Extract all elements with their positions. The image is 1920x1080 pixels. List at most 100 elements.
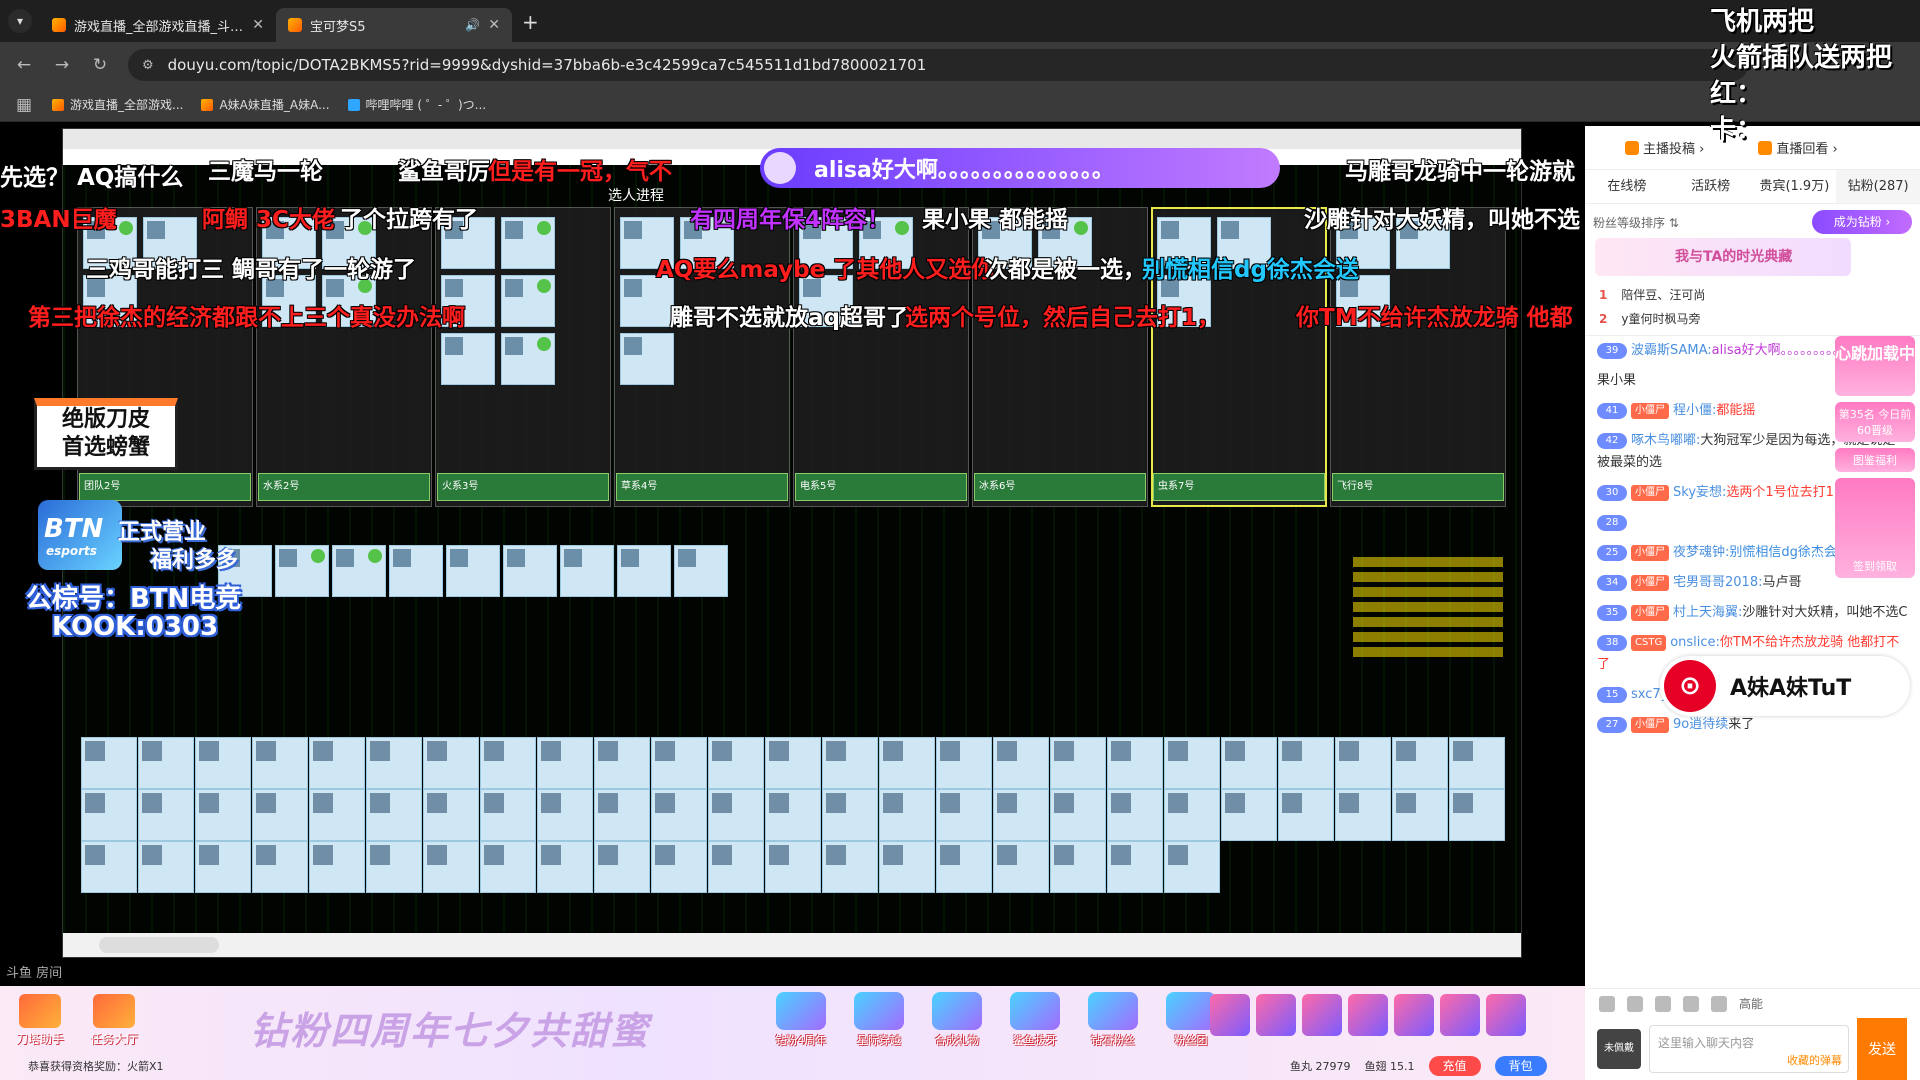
pack-item[interactable] [1302, 994, 1342, 1036]
chat-username[interactable]: 程小僵: [1673, 403, 1716, 418]
pool-player-card [765, 841, 821, 893]
chat-username[interactable]: 宅男哥哥2018: [1673, 575, 1762, 590]
pack-item[interactable] [1394, 994, 1434, 1036]
saved-barrage-link[interactable]: 收藏的弹幕 [1787, 1052, 1842, 1068]
room-label: 斗鱼 房间 [6, 966, 63, 981]
stream-corner-overlay: 飞机两把 火箭插队送两把 红： 卡： [1710, 4, 1920, 148]
player-card [674, 545, 728, 597]
pool-player-card [651, 789, 707, 841]
horn-icon[interactable] [1627, 995, 1643, 1012]
ad-checkin[interactable]: 签到领取 [1835, 478, 1915, 578]
fan-badge: 小僵尸 [1631, 605, 1669, 621]
pool-player-card [1164, 841, 1220, 893]
pool-player-card [423, 841, 479, 893]
pool-player-card [822, 841, 878, 893]
send-button[interactable]: 发送 [1857, 1018, 1907, 1080]
browser-tab-2[interactable]: 宝可梦S5 🔊 ✕ [276, 8, 512, 42]
chat-username[interactable]: onslice: [1670, 635, 1720, 650]
pool-player-card [1050, 789, 1106, 841]
pool-player-card [252, 841, 308, 893]
live-video-player[interactable]: 选人进程 团队2号 水系2号 火系3号 草系4号 电系5号 冰系6号 虫系7号 … [0, 126, 1585, 986]
chat-username[interactable]: 波霸斯SAMA: [1631, 343, 1712, 358]
close-tab-icon[interactable]: ✕ [488, 17, 500, 33]
back-arrow-icon[interactable]: ← [14, 55, 34, 75]
gift-icon [1010, 992, 1060, 1030]
danmaku: 了个拉跨有了 [340, 207, 478, 233]
site-settings-icon[interactable]: ⚙ [142, 58, 154, 73]
chat-username[interactable]: 夜梦魂钟: [1673, 545, 1729, 560]
gift-item[interactable]: 钻石粉丝 [1082, 992, 1144, 1048]
close-tab-icon[interactable]: ✕ [252, 17, 264, 33]
player-card [503, 545, 557, 597]
tab-active[interactable]: 活跃榜 [1669, 170, 1753, 203]
gift-item[interactable]: 鲨鱼拔牙 [1004, 992, 1066, 1048]
chat-username[interactable]: 啄木鸟嘟嘟: [1631, 433, 1700, 448]
barrage-icon[interactable] [1655, 995, 1671, 1012]
fan-badge-button[interactable]: 未佩戴 [1597, 1029, 1641, 1069]
pool-player-card [1392, 789, 1448, 841]
apps-grid-icon[interactable]: ▦ [14, 95, 34, 115]
pack-item[interactable] [1210, 994, 1250, 1036]
rank-item[interactable]: 1 陪伴豆、汪可尚 [1599, 286, 1705, 303]
pack-item[interactable] [1486, 994, 1526, 1036]
url-omnibox[interactable]: ⚙ douyu.com/topic/DOTA2BKMS5?rid=9999&dy… [128, 49, 1748, 81]
chat-username[interactable]: Sky妄想: [1673, 485, 1726, 500]
danmaku: 第三把徐杰的经济都跟不上三个真没办法啊 [28, 305, 465, 331]
backpack-button[interactable]: 背包 [1494, 1056, 1547, 1076]
tab-vip[interactable]: 贵宾(1.9万) [1753, 170, 1837, 203]
browser-tab-1[interactable]: 游戏直播_全部游戏直播_斗鱼直 ✕ [40, 8, 276, 42]
danmaku: AQ要么maybe 了其他人又选你 [656, 257, 995, 283]
task-hall-button[interactable]: 任务大厅 [86, 994, 142, 1047]
forward-arrow-icon[interactable]: → [52, 55, 72, 75]
gift-item[interactable]: 星际穿越 [848, 992, 910, 1048]
music-popup[interactable]: ⊙ A妹A妹TuT [1660, 656, 1910, 716]
gift-item[interactable]: 合成礼物 [926, 992, 988, 1048]
anchor-posts-link[interactable]: 主播投稿 › [1625, 138, 1704, 157]
tab-search-icon[interactable]: ▾ [8, 9, 32, 33]
ad-album[interactable]: 图鉴福利 [1835, 448, 1915, 472]
pack-item[interactable] [1348, 994, 1388, 1036]
high-energy-tab[interactable]: 高能 [1739, 995, 1763, 1012]
bookmark-2[interactable]: A妹A妹直播_A妹A... [201, 96, 330, 113]
tab-diamond-fans[interactable]: 钻粉(287) [1836, 170, 1920, 203]
danmaku: 沙雕针对大妖精，叫她不选 [1304, 207, 1580, 233]
tab-online[interactable]: 在线榜 [1585, 170, 1669, 203]
chat-input[interactable]: 这里输入聊天内容 收藏的弹幕 [1649, 1025, 1849, 1073]
crab-promo-badge: 绝版刀皮 首选螃蟹 [34, 398, 178, 470]
bottom-left-tools: 刀塔助手 任务大厅 [12, 994, 142, 1047]
fan-sort[interactable]: 粉丝等级排序 ⇅ [1593, 214, 1679, 231]
chat-username[interactable]: 9o逍待续 [1673, 717, 1728, 732]
pool-player-card [423, 789, 479, 841]
fan-icon[interactable] [1683, 995, 1699, 1012]
bilibili-favicon-icon [347, 98, 360, 111]
captain-label: 飞行8号 [1332, 473, 1504, 501]
pool-player-card [708, 789, 764, 841]
pack-item[interactable] [1440, 994, 1480, 1036]
user-level-badge: 42 [1597, 433, 1627, 449]
memories-banner[interactable]: 我与TA的时光典藏 [1595, 238, 1851, 276]
chat-username[interactable]: 村上天海翼: [1673, 605, 1742, 620]
reload-icon[interactable]: ↻ [90, 55, 110, 75]
speaker-icon[interactable]: 🔊 [465, 18, 480, 32]
bookmark-3[interactable]: 哔哩哔哩 ( ゜- ゜)つ... [347, 96, 486, 113]
recharge-button[interactable]: 充值 [1428, 1056, 1481, 1076]
bookmark-1[interactable]: 游戏直播_全部游戏... [52, 96, 183, 113]
rank-item[interactable]: 2 y童何时枫马旁 [1599, 310, 1700, 327]
song-title: A妹A妹TuT [1730, 676, 1852, 701]
dota-helper-button[interactable]: 刀塔助手 [12, 994, 68, 1047]
become-diamond-fan-button[interactable]: 成为钻粉 › [1812, 210, 1912, 234]
gift-icon[interactable] [1711, 995, 1727, 1012]
fish-fins-balance: 鱼翅 15.1 [1364, 1060, 1415, 1073]
pack-item[interactable] [1256, 994, 1296, 1036]
gift-item[interactable]: 钻粉4周年 [770, 992, 832, 1048]
emoji-icon[interactable] [1599, 995, 1615, 1012]
danmaku: 三鸡哥能打三 鲷哥有了一轮游了 [86, 257, 417, 283]
player-card [620, 333, 674, 385]
ad-heartbeat[interactable]: 心跳加载中 [1835, 336, 1915, 396]
new-tab-plus-icon[interactable]: + [522, 10, 539, 34]
danmaku: 选两个号位，然后自己去打1， [905, 305, 1221, 331]
inner-taskbar-search [99, 937, 219, 953]
event-banner[interactable]: 钻粉四周年七夕共甜蜜 [250, 1000, 650, 1055]
ad-rank[interactable]: 第35名 今日前60晋级 [1835, 402, 1915, 442]
pool-player-card [993, 841, 1049, 893]
